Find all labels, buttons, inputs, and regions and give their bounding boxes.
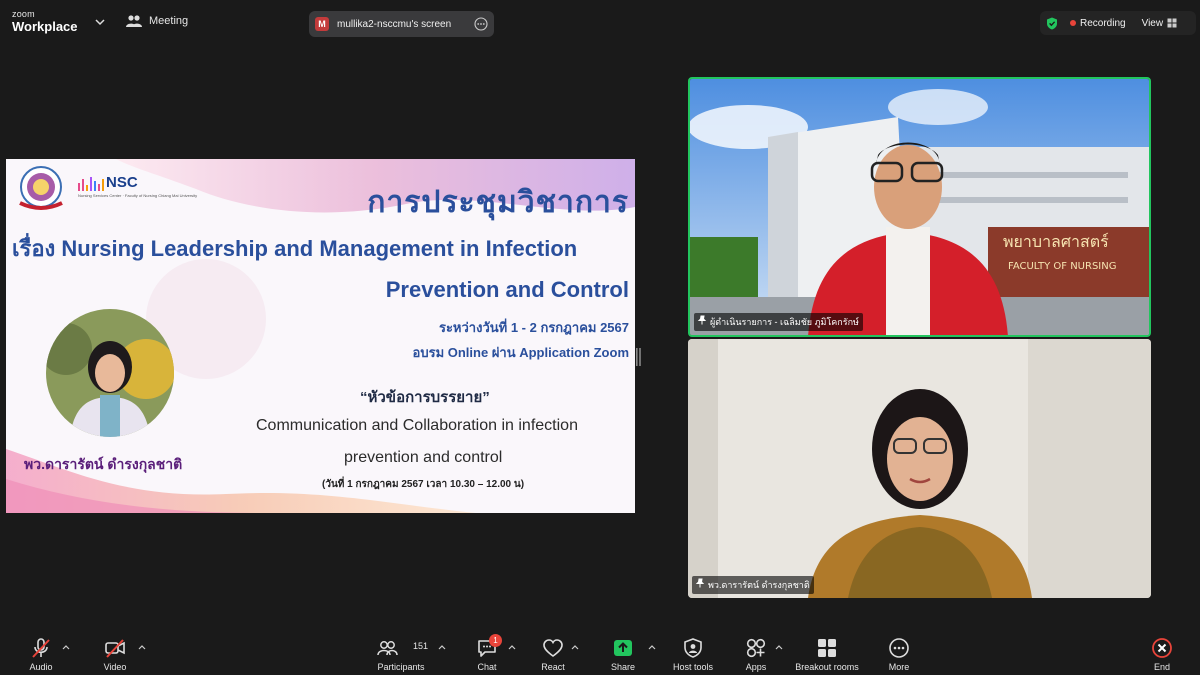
nsc-logo-text: NSC: [106, 174, 138, 191]
video-tile-speaker[interactable]: พว.ดารารัตน์ ดำรงกุลชาติ: [688, 339, 1151, 598]
pin-icon: [695, 578, 705, 588]
host-tools-button[interactable]: Host tools: [668, 629, 718, 675]
slide-time-line: (วันที่ 1 กรกฎาคม 2567 เวลา 10.30 – 12.0…: [322, 479, 525, 490]
react-button[interactable]: React: [536, 629, 570, 675]
audio-options-chevron-icon[interactable]: [62, 643, 70, 651]
shield-check-icon[interactable]: [1046, 17, 1058, 30]
nsc-logo: NSC Nursing Services Center · Faculty of…: [74, 171, 197, 203]
shared-screen-slide[interactable]: NSC Nursing Services Center · Faculty of…: [6, 159, 635, 513]
speaker-name: พว.ดารารัตน์ ดำรงกุลชาติ: [24, 456, 183, 472]
host-video-feed: พยาบาลศาสตร์ FACULTY OF NURSING: [690, 79, 1149, 335]
chat-unread-badge: 1: [489, 634, 502, 647]
apps-button[interactable]: Apps: [740, 629, 772, 675]
meeting-toolbar: Audio Video Participants 151 Chat 1 Reac…: [0, 629, 1200, 675]
video-options-chevron-icon[interactable]: [138, 643, 146, 651]
host-name-tag: ผู้ดำเนินรายการ - เฉลิมชัย ภูมิโคกรักษ์: [694, 313, 863, 331]
host-name: ผู้ดำเนินรายการ - เฉลิมชัย ภูมิโคกรักษ์: [710, 317, 859, 327]
resize-handle-icon[interactable]: [636, 348, 641, 366]
meeting-label: Meeting: [149, 15, 189, 27]
slide-online-line: อบรม Online ผ่าน Application Zoom: [412, 345, 629, 360]
slide-date-line: ระหว่างวันที่ 1 - 2 กรกฎาคม 2567: [438, 320, 629, 335]
participants-icon: [377, 641, 398, 656]
building-sign-english: FACULTY OF NURSING: [1008, 261, 1116, 272]
more-label: More: [888, 662, 910, 672]
view-button[interactable]: View: [1142, 18, 1164, 29]
brand-line1: zoom: [12, 9, 35, 19]
audio-label: Audio: [29, 662, 53, 672]
breakout-rooms-button[interactable]: Breakout rooms: [792, 629, 862, 675]
breakout-rooms-icon: [818, 639, 836, 657]
participants-button[interactable]: Participants: [372, 629, 430, 675]
recording-dot-icon: [1070, 20, 1076, 26]
apps-label: Apps: [745, 662, 767, 672]
speaker-name-tag: พว.ดารารัตน์ ดำรงกุลชาติ: [692, 576, 814, 594]
speaker-photo: [46, 309, 174, 437]
react-label: React: [541, 662, 565, 672]
top-bar: zoom Workplace Meeting M mullika2-nsccmu…: [0, 0, 1200, 44]
screen-share-indicator[interactable]: M mullika2-nsccmu's screen: [309, 11, 494, 37]
nsc-logo-subtext: Nursing Services Center · Faculty of Nur…: [78, 193, 198, 198]
chat-options-chevron-icon[interactable]: [508, 643, 516, 651]
video-camera-off-icon: [105, 639, 125, 658]
slide-topic-line1: Communication and Collaboration in infec…: [256, 417, 578, 434]
apps-options-chevron-icon[interactable]: [775, 643, 783, 651]
share-screen-icon: [614, 640, 632, 656]
share-label: Share: [610, 662, 636, 672]
microphone-muted-icon: [32, 638, 50, 658]
building-sign-thai: พยาบาลศาสตร์: [1003, 232, 1109, 251]
slide-subject-line2: Prevention and Control: [385, 277, 629, 302]
participants-icon: [126, 15, 142, 27]
apps-icon: [746, 638, 766, 658]
slide-subject-line1: เรื่อง Nursing Leadership and Management…: [12, 236, 578, 261]
share-options-chevron-icon[interactable]: [648, 643, 656, 651]
shield-icon: [684, 638, 702, 658]
slide-topic-title: “หัวข้อการบรรยาย”: [360, 389, 490, 406]
meeting-menu-button[interactable]: Meeting: [126, 14, 188, 28]
sharer-avatar: M: [315, 17, 329, 31]
view-grid-icon[interactable]: [1167, 18, 1177, 28]
participants-count: 151: [413, 641, 429, 651]
speaker-portrait-image: [46, 309, 174, 437]
speaker-tile-name: พว.ดารารัตน์ ดำรงกุลชาติ: [708, 580, 810, 590]
more-options-icon: [889, 638, 909, 658]
pin-icon: [697, 315, 707, 325]
audio-button[interactable]: Audio: [24, 629, 58, 675]
share-screen-button[interactable]: Share: [606, 629, 640, 675]
sharer-label: mullika2-nsccmu's screen: [337, 18, 452, 30]
university-seal-logo: [19, 166, 63, 210]
end-meeting-button[interactable]: End: [1148, 629, 1176, 675]
end-call-icon: [1152, 638, 1172, 658]
meeting-status-bar: Recording View: [1040, 11, 1196, 35]
speaker-video-feed: [688, 339, 1151, 598]
nsc-bars-icon: [78, 177, 104, 191]
video-tile-host[interactable]: พยาบาลศาสตร์ FACULTY OF NURSING ผู้ดำเนิ…: [688, 77, 1151, 337]
zoom-workplace-logo[interactable]: zoom Workplace: [12, 9, 78, 34]
recording-label[interactable]: Recording: [1080, 18, 1126, 29]
react-options-chevron-icon[interactable]: [571, 643, 579, 651]
host-tools-label: Host tools: [672, 662, 714, 672]
video-button[interactable]: Video: [98, 629, 132, 675]
participants-label: Participants: [377, 662, 425, 672]
brand-line2: Workplace: [12, 19, 78, 34]
more-button[interactable]: More: [884, 629, 914, 675]
breakout-rooms-label: Breakout rooms: [795, 662, 859, 672]
participants-options-chevron-icon[interactable]: [438, 643, 446, 651]
more-options-icon[interactable]: [474, 17, 488, 31]
end-label: End: [1153, 662, 1170, 672]
slide-topic-line2: prevention and control: [344, 449, 503, 466]
chat-label: Chat: [477, 662, 497, 672]
heart-icon: [543, 639, 563, 657]
slide-heading: การประชุมวิชาการ: [367, 186, 629, 219]
video-label: Video: [103, 662, 127, 672]
chevron-down-icon[interactable]: [94, 16, 106, 28]
